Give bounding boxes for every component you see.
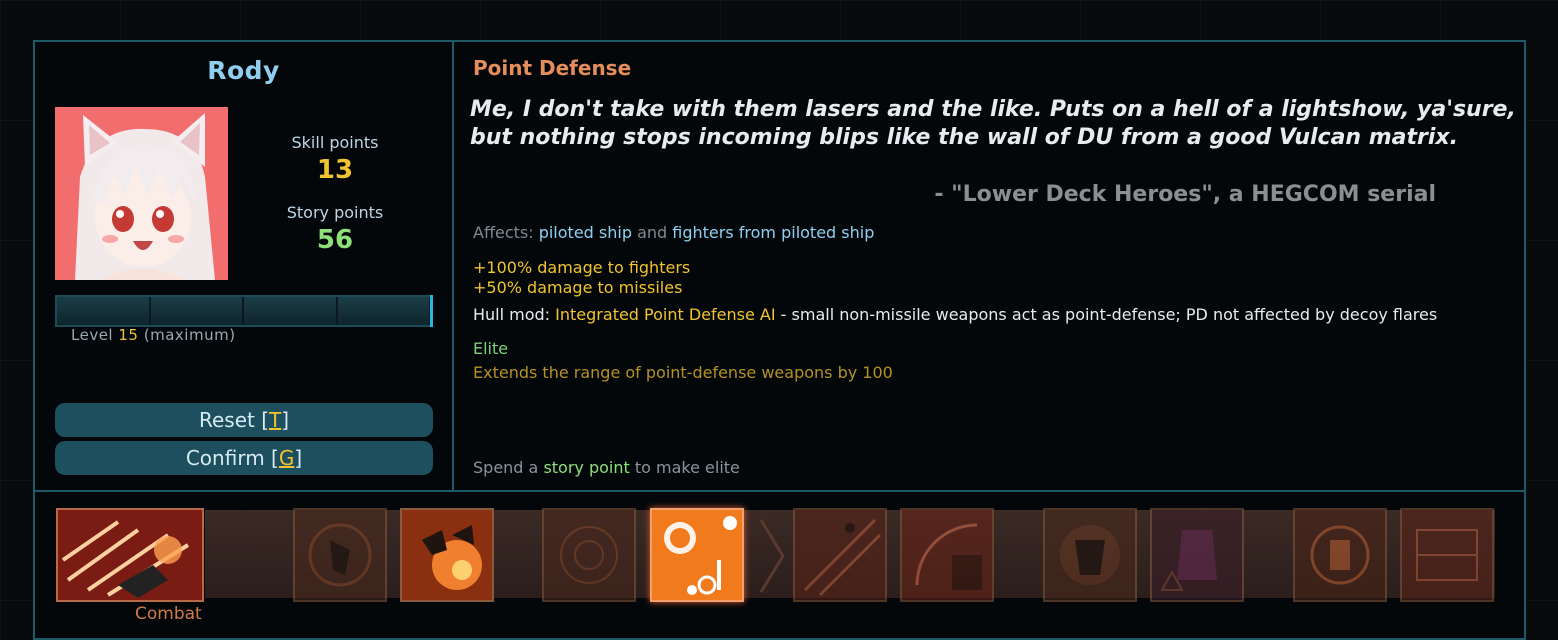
affects-and: and <box>637 223 668 242</box>
quote-source: - "Lower Deck Heroes", a HEGCOM serial <box>934 182 1436 207</box>
skill-icon-target-analysis[interactable] <box>793 508 887 602</box>
skill-points-value: 13 <box>316 155 354 185</box>
level-number: 15 <box>118 326 139 344</box>
confirm-button[interactable]: Confirm [G] <box>55 441 433 475</box>
skill-tree-row: Combat <box>35 492 1524 632</box>
hullmod-line: Hull mod: Integrated Point Defense AI - … <box>473 305 1437 324</box>
level-suffix: (maximum) <box>143 326 236 344</box>
level-progress-bar <box>55 295 433 327</box>
skill-icon-reserve-skill[interactable] <box>1400 508 1494 602</box>
officer-portrait <box>55 107 228 280</box>
skill-icon-helmsmanship[interactable] <box>293 508 387 602</box>
skill-icon-point-defense[interactable] <box>650 508 744 602</box>
tier-arrow-icon <box>759 519 785 593</box>
spend-prefix: Spend a <box>473 458 539 477</box>
reset-button-label: Reset [ <box>198 408 269 432</box>
level-text: Level 15 (maximum) <box>71 326 236 344</box>
elite-description: Extends the range of point-defense weapo… <box>473 363 893 382</box>
bonus-fighters: +100% damage to fighters <box>473 258 691 277</box>
affects-label: Affects: <box>473 223 534 242</box>
combat-aptitude-icon[interactable] <box>56 508 204 602</box>
aptitude-label: Combat <box>135 604 202 624</box>
level-prefix: Level <box>71 326 114 344</box>
confirm-hotkey: G <box>278 446 295 470</box>
affects-line: Affects: piloted ship and fighters from … <box>473 223 874 242</box>
reset-hotkey: T <box>269 408 282 432</box>
skill-title: Point Defense <box>473 56 632 80</box>
spend-story-point-hint: Spend a story point to make elite <box>473 458 740 477</box>
hullmod-label: Hull mod: <box>473 305 551 324</box>
skill-quote: Me, I don't take with them lasers and th… <box>470 97 1516 150</box>
reset-button[interactable]: Reset [T] <box>55 403 433 437</box>
spend-suffix: to make elite <box>634 458 740 477</box>
skill-icon-impact-mitigation[interactable] <box>542 508 636 602</box>
skill-detail-section: Point Defense Me, I don't take with them… <box>454 42 1524 490</box>
skill-icon-combat-endurance[interactable] <box>400 508 494 602</box>
confirm-button-label: Confirm [ <box>185 446 279 470</box>
skill-points-label: Skill points <box>291 133 379 152</box>
level-bar-cap <box>430 295 433 327</box>
confirm-bracket: ] <box>294 446 303 470</box>
affects-target-2: fighters from piloted ship <box>672 223 875 242</box>
skill-icon-polarized-armor[interactable] <box>1293 508 1387 602</box>
elite-label: Elite <box>473 339 509 358</box>
spend-story-point: story point <box>543 458 630 477</box>
story-points-label: Story points <box>286 203 384 222</box>
skill-icon-ballistic-mastery[interactable] <box>900 508 994 602</box>
story-points-value: 56 <box>316 225 354 255</box>
skill-icon-missile-specialization[interactable] <box>1150 508 1244 602</box>
skill-icon-systems-expertise[interactable] <box>1043 508 1137 602</box>
affects-target-1: piloted ship <box>538 223 632 242</box>
hullmod-desc: - small non-missile weapons act as point… <box>780 305 1438 324</box>
officer-section: Rody Skill points 13 Story points 56 Lev… <box>35 42 452 490</box>
reset-bracket: ] <box>281 408 290 432</box>
hullmod-name: Integrated Point Defense AI <box>555 305 776 324</box>
bonus-missiles: +50% damage to missiles <box>473 278 683 297</box>
officer-name: Rody <box>207 56 280 85</box>
